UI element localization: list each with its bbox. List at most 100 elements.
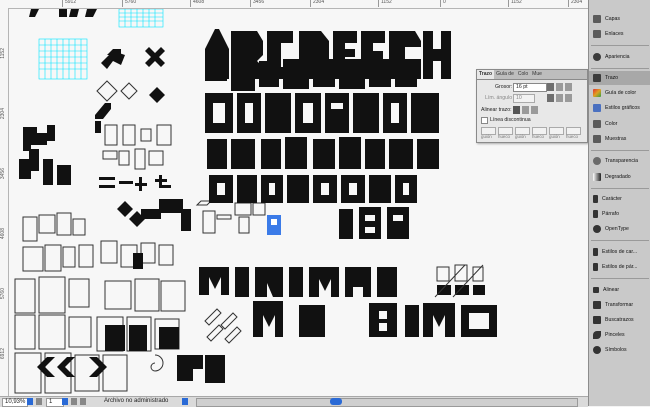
stroke-icon [593, 74, 601, 82]
dock-item-symbols[interactable]: Símbolos [589, 343, 650, 357]
ruler-tick: 5912 [62, 0, 76, 7]
gap-field-label: hueco [532, 134, 544, 139]
gap-field-label: hueco [566, 134, 578, 139]
tab-color-guide[interactable]: Guía de [494, 70, 516, 79]
last-page-button[interactable] [80, 398, 86, 405]
ruler-tick: 2304 [310, 0, 324, 7]
transform-icon [593, 301, 601, 309]
ruler-tick: 6912 [0, 348, 6, 360]
dock-item-layers[interactable]: Capas [589, 12, 650, 26]
dock-item-paragraph[interactable]: Párrafo [589, 207, 650, 221]
color-guide-icon [593, 89, 601, 97]
tab-swatches[interactable]: Mue [530, 70, 544, 79]
character-icon [593, 195, 598, 203]
align-inside-button[interactable] [522, 106, 529, 114]
arrow-glyphs[interactable] [37, 354, 225, 383]
graphic-styles-icon [593, 104, 601, 112]
cap-round-button[interactable] [556, 83, 563, 91]
ligature-glyphs[interactable] [117, 199, 281, 235]
brushes-icon [593, 331, 601, 339]
dock-item-character[interactable]: Carácter [589, 192, 650, 206]
artwork[interactable] [9, 9, 588, 396]
panel-tabs: Trazo Guía de Colo Mue [477, 70, 587, 80]
fraction-glyphs[interactable] [434, 264, 485, 298]
dock-item-transform[interactable]: Transformar [589, 298, 650, 312]
align-center-button[interactable] [513, 106, 520, 114]
dock-item-color-guide[interactable]: Guía de color [589, 86, 650, 100]
dock-item-links[interactable]: Enlaces [589, 27, 650, 41]
glyph-fragments-top[interactable] [29, 9, 97, 17]
scrollbar-thumb[interactable] [330, 398, 342, 405]
ruler-tick: 0 [440, 0, 446, 7]
status-menu-button[interactable] [182, 398, 188, 405]
tab-color[interactable]: Colo [516, 70, 530, 79]
page-dropdown-button[interactable] [62, 398, 68, 405]
ruler-tick: 1152 [378, 0, 392, 7]
symbols-icon [593, 346, 601, 354]
dock-item-pathfinder[interactable]: Buscatrazos [589, 313, 650, 327]
alphabet-row-4[interactable] [207, 137, 439, 169]
dock-separator [591, 278, 649, 279]
gradient-icon [593, 173, 601, 181]
panel-dock[interactable]: Capas Enlaces Apariencia Trazo Guía de c… [588, 0, 650, 406]
opentype-icon [593, 225, 601, 233]
dock-item-appearance[interactable]: Apariencia [589, 50, 650, 64]
dock-item-stroke[interactable]: Trazo [589, 71, 650, 85]
join-bevel-button[interactable] [565, 94, 572, 102]
ruler-tick: 3456 [250, 0, 264, 7]
minimal-wordmark[interactable] [199, 267, 497, 337]
join-miter-button[interactable] [547, 94, 554, 102]
dashed-checkbox[interactable] [481, 117, 488, 124]
dock-item-character-styles[interactable]: Estilos de car... [589, 245, 650, 259]
dock-item-graphic-styles[interactable]: Estilos gráficos [589, 101, 650, 115]
glyph-bold-set[interactable] [19, 124, 172, 191]
dash-field-label: guión [549, 134, 560, 139]
dock-item-color[interactable]: Color [589, 117, 650, 131]
tab-stroke[interactable]: Trazo [477, 70, 495, 79]
status-bar: 10,93% 1 Archivo no administrado [0, 396, 588, 407]
weight-input[interactable]: 16 pt [513, 83, 547, 92]
dock-item-align[interactable]: Alinear [589, 283, 650, 297]
first-page-button[interactable] [36, 398, 42, 405]
ruler-tick: 2304 [568, 0, 582, 7]
pathfinder-icon [593, 316, 601, 324]
stroke-panel[interactable]: Trazo Guía de Colo Mue Grosor: 16 pt Lím… [476, 69, 588, 143]
ruler-tick: 5760 [122, 0, 136, 7]
ornament-glyphs[interactable] [95, 47, 165, 133]
dock-item-gradient[interactable]: Degradado [589, 170, 650, 184]
dock-item-swatches[interactable]: Muestras [589, 132, 650, 146]
numbers-row[interactable] [209, 175, 417, 239]
cap-square-button[interactable] [565, 83, 572, 91]
dock-item-opentype[interactable]: OpenType [589, 222, 650, 236]
dock-item-paragraph-styles[interactable]: Estilos de pár... [589, 260, 650, 274]
ruler-tick: 1152 [508, 0, 522, 7]
dash-field-label: guión [515, 134, 526, 139]
miter-label: Lím. ángulo [485, 95, 513, 101]
align-stroke-label: Alinear trazo: [481, 107, 512, 113]
gap-field-label: hueco [498, 134, 510, 139]
paragraph-icon [593, 210, 598, 218]
dash-field-label: guión [481, 134, 492, 139]
cap-butt-button[interactable] [547, 83, 554, 91]
next-page-button[interactable] [71, 398, 77, 405]
align-outside-button[interactable] [531, 106, 538, 114]
dock-separator [591, 188, 649, 189]
join-round-button[interactable] [556, 94, 563, 102]
dock-separator [591, 68, 649, 69]
dock-item-transparency[interactable]: Transparencia [589, 154, 650, 168]
artboard-canvas[interactable] [9, 9, 588, 396]
swatches-icon [593, 135, 601, 143]
zoom-dropdown-button[interactable] [27, 398, 33, 405]
selected-grid-object[interactable] [38, 9, 164, 80]
miter-input[interactable]: 10 [513, 94, 535, 103]
dock-item-brushes[interactable]: Pinceles [589, 328, 650, 342]
color-icon [593, 120, 601, 128]
ruler-tick: 4608 [190, 0, 204, 7]
vertical-ruler[interactable]: 1152 2304 3456 4608 5760 6912 [0, 8, 9, 396]
dock-separator [591, 150, 649, 151]
file-status-text: Archivo no administrado [104, 398, 169, 404]
dock-separator [591, 45, 649, 46]
layers-icon [593, 15, 601, 23]
horizontal-ruler[interactable]: 5912 5760 4608 3456 2304 1152 0 1152 230… [0, 0, 588, 9]
alphabet-row-3[interactable] [205, 93, 439, 133]
